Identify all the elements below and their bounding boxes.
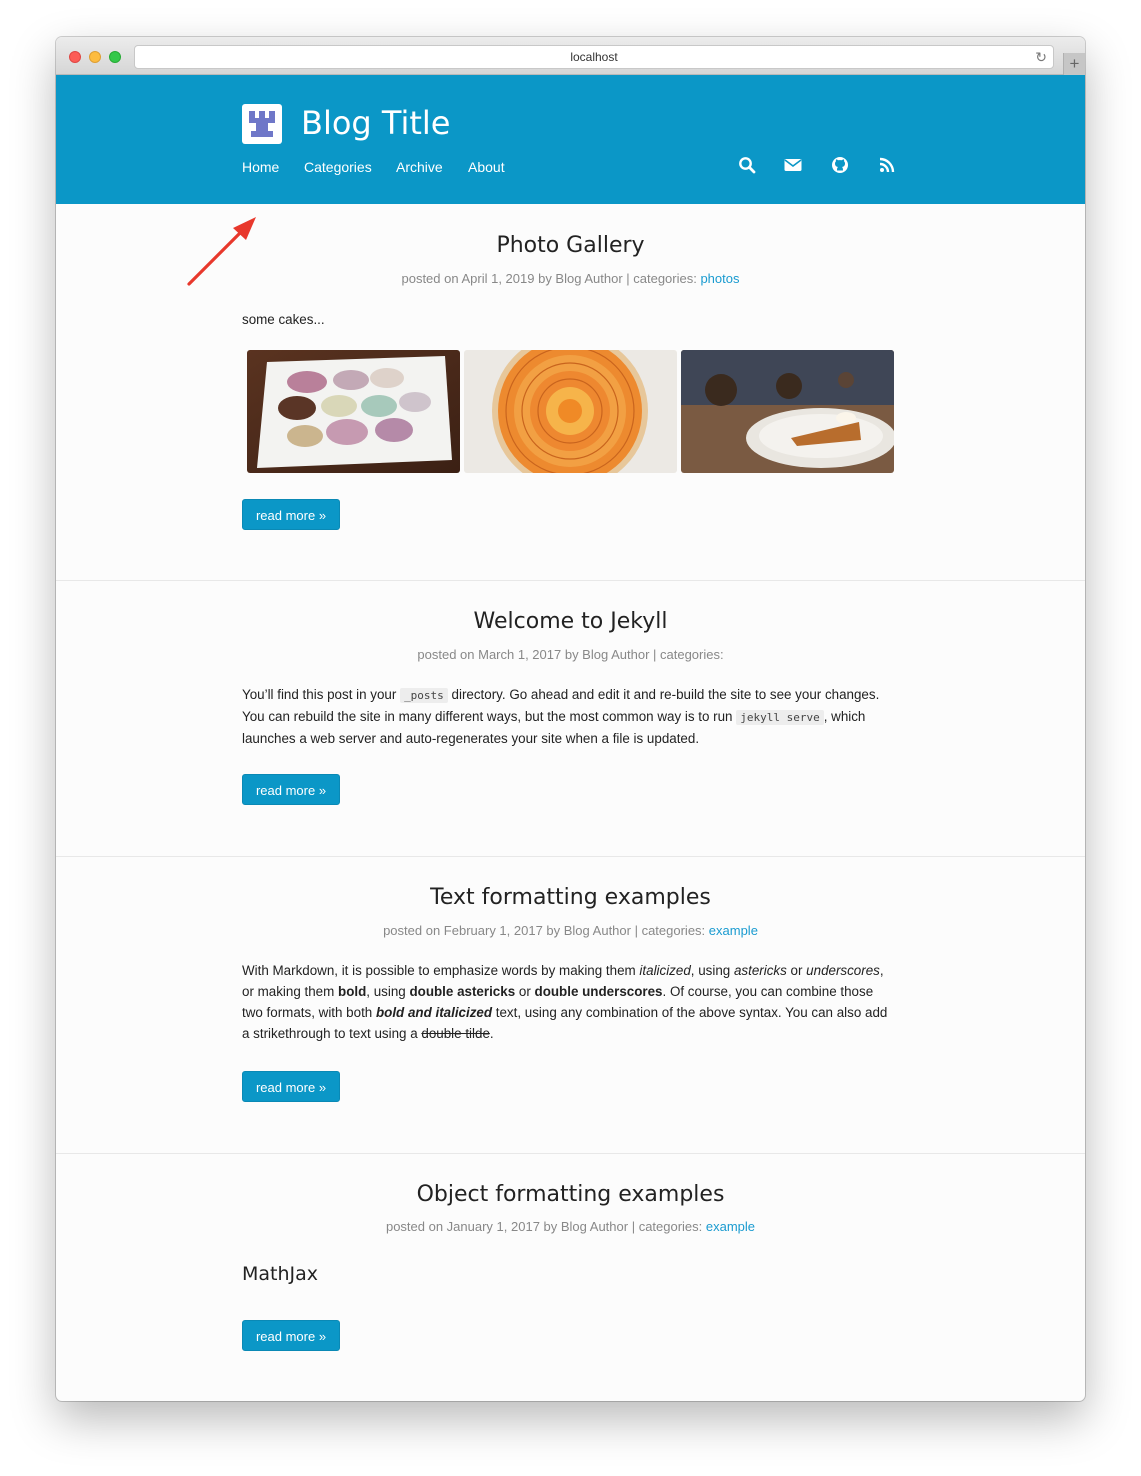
post-meta: posted on January 1, 2017 by Blog Author…	[56, 1218, 1085, 1236]
site-header: Blog Title Home Categories Archive About	[56, 75, 1085, 204]
category-link[interactable]: photos	[700, 271, 739, 286]
nav-about[interactable]: About	[468, 157, 505, 177]
post-meta-text: posted on January 1, 2017 by Blog Author…	[385, 1219, 706, 1234]
nav-categories[interactable]: Categories	[304, 157, 372, 177]
browser-window: localhost ↻ + Blog Title Home Categories…	[56, 37, 1085, 1401]
new-tab-button[interactable]: +	[1063, 53, 1085, 75]
macarons-photo[interactable]	[247, 350, 460, 473]
post-divider	[56, 856, 1085, 857]
post-divider	[56, 1153, 1085, 1154]
read-more-button[interactable]: read more »	[242, 1320, 340, 1351]
post-meta-text: posted on April 1, 2019 by Blog Author |…	[401, 271, 701, 286]
read-more-button[interactable]: read more »	[242, 499, 340, 530]
read-more-button[interactable]: read more »	[242, 774, 340, 805]
post-excerpt: some cakes...	[242, 312, 325, 327]
search-icon[interactable]	[737, 155, 757, 175]
post-divider	[56, 580, 1085, 581]
zoom-window-button[interactable]	[109, 51, 121, 63]
inline-code: _posts	[400, 688, 448, 703]
nav-archive[interactable]: Archive	[396, 157, 443, 177]
read-more-button[interactable]: read more »	[242, 1071, 340, 1102]
category-link[interactable]: example	[706, 1219, 755, 1234]
close-window-button[interactable]	[69, 51, 81, 63]
orange-tart-photo[interactable]	[464, 350, 677, 473]
inline-code: jekyll serve	[736, 710, 824, 725]
post-title[interactable]: Photo Gallery	[56, 231, 1085, 261]
browser-toolbar: localhost ↻ +	[56, 37, 1085, 75]
post-meta-text: posted on February 1, 2017 by Blog Autho…	[383, 923, 709, 938]
post-meta: posted on March 1, 2017 by Blog Author |…	[56, 646, 1085, 664]
nav-home[interactable]: Home	[242, 157, 279, 177]
rss-icon[interactable]	[877, 155, 897, 175]
post-title[interactable]: Welcome to Jekyll	[56, 607, 1085, 637]
post-meta-text: posted on March 1, 2017 by Blog Author |…	[417, 647, 724, 662]
blog-title[interactable]: Blog Title	[301, 103, 450, 143]
post-title[interactable]: Text formatting examples	[56, 883, 1085, 913]
github-icon[interactable]	[830, 155, 850, 175]
pumpkin-pie-photo[interactable]	[681, 350, 894, 473]
section-heading: MathJax	[242, 1263, 319, 1285]
reload-icon[interactable]: ↻	[1035, 48, 1047, 66]
post-meta: posted on April 1, 2019 by Blog Author |…	[56, 270, 1085, 288]
site-logo-icon[interactable]	[242, 104, 282, 144]
post-excerpt: With Markdown, it is possible to emphasi…	[242, 963, 888, 1041]
address-bar[interactable]: localhost ↻	[134, 45, 1054, 69]
url-text: localhost	[570, 50, 618, 64]
post-excerpt: You’ll find this post in your _posts dir…	[242, 687, 880, 746]
category-link[interactable]: example	[709, 923, 758, 938]
mail-icon[interactable]	[783, 155, 803, 175]
post-meta: posted on February 1, 2017 by Blog Autho…	[56, 922, 1085, 940]
post-title[interactable]: Object formatting examples	[56, 1180, 1085, 1210]
minimize-window-button[interactable]	[89, 51, 101, 63]
